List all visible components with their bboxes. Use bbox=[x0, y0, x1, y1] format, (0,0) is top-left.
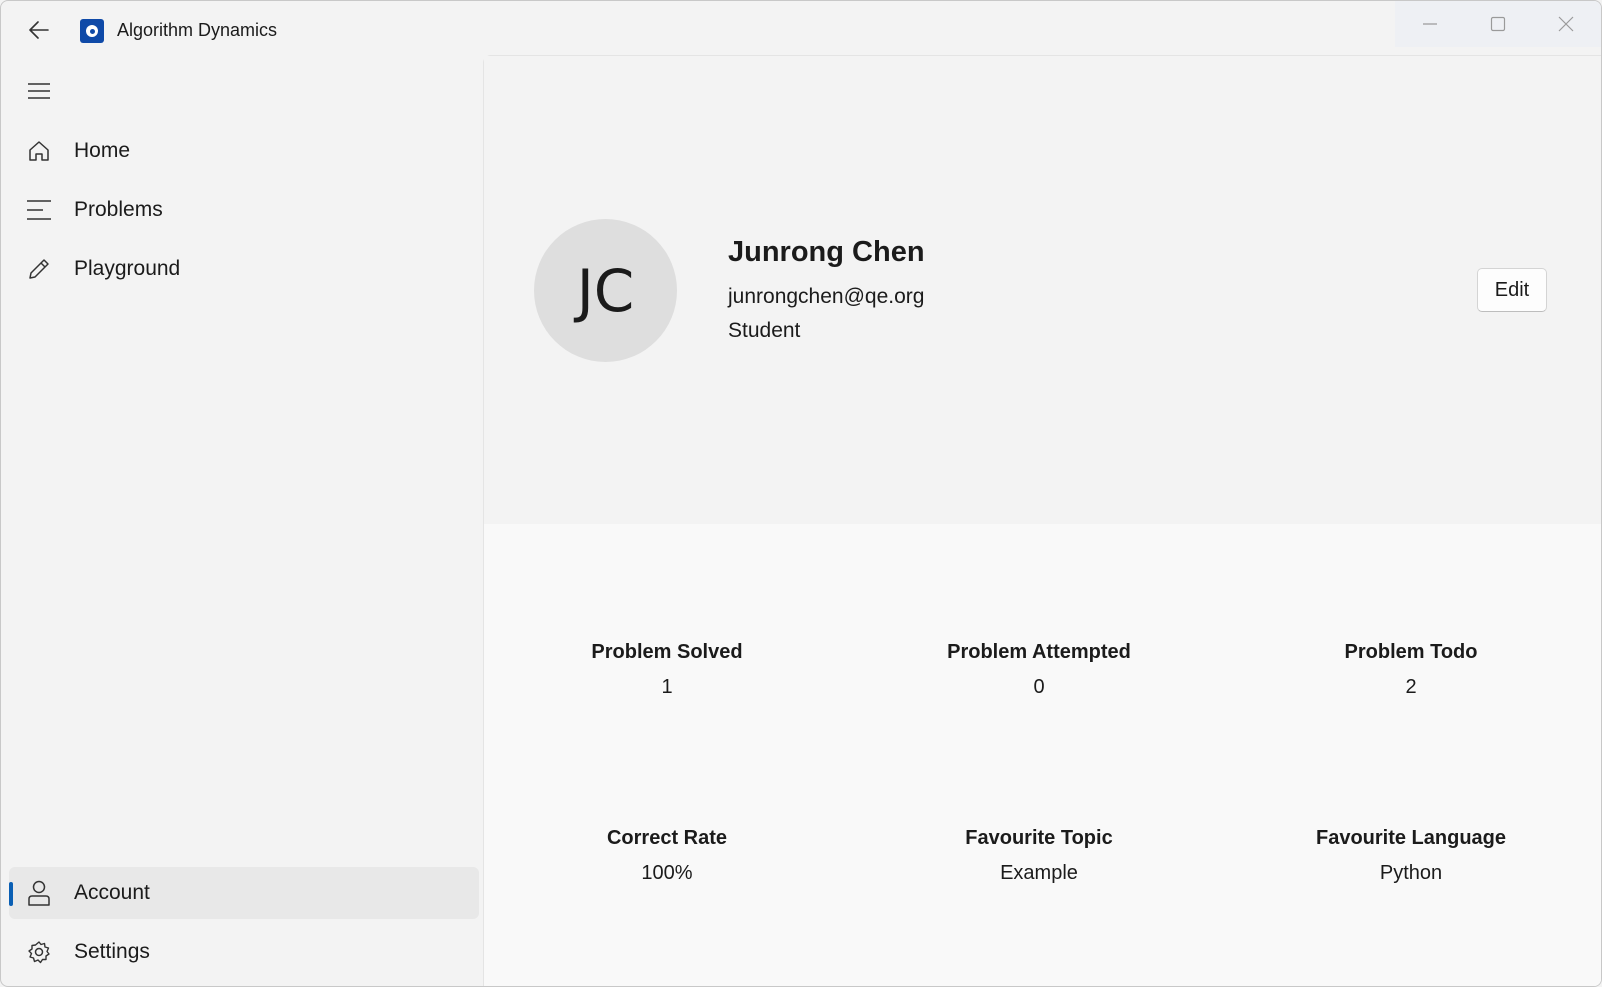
edit-profile-button[interactable]: Edit bbox=[1477, 268, 1547, 312]
nav-item-label: Account bbox=[74, 881, 150, 904]
selection-indicator bbox=[9, 882, 13, 906]
stat-label: Problem Solved bbox=[591, 641, 743, 663]
title-bar: Algorithm Dynamics bbox=[1, 1, 1601, 57]
app-logo-icon bbox=[80, 19, 104, 43]
user-role: Student bbox=[728, 319, 801, 342]
nav-item-account[interactable]: Account bbox=[9, 867, 479, 919]
close-button[interactable] bbox=[1532, 1, 1600, 47]
back-button[interactable] bbox=[19, 15, 59, 45]
stats-panel: Problem Solved 1 Problem Attempted 0 Pro… bbox=[484, 524, 1601, 986]
stat-value: Python bbox=[1379, 862, 1443, 884]
app-window: Algorithm Dynamics Home Problems Playgro… bbox=[0, 0, 1602, 987]
stat-value: 1 bbox=[661, 676, 673, 698]
pencil-icon bbox=[25, 255, 53, 283]
stat-label: Correct Rate bbox=[606, 827, 728, 849]
home-icon bbox=[25, 137, 53, 165]
maximize-icon bbox=[1490, 16, 1506, 32]
maximize-button[interactable] bbox=[1464, 1, 1532, 47]
avatar: JC bbox=[534, 219, 677, 362]
gear-icon bbox=[25, 938, 53, 966]
nav-item-settings[interactable]: Settings bbox=[9, 926, 479, 978]
stat-favourite-language: Favourite Language Python bbox=[1241, 827, 1581, 885]
nav-item-problems[interactable]: Problems bbox=[9, 184, 479, 236]
nav-item-label: Playground bbox=[74, 257, 181, 280]
nav-item-home[interactable]: Home bbox=[9, 125, 479, 177]
list-icon bbox=[25, 196, 53, 224]
stat-value: 0 bbox=[1033, 676, 1045, 698]
nav-item-label: Problems bbox=[74, 198, 163, 221]
nav-item-label: Home bbox=[74, 139, 131, 162]
user-name: Junrong Chen bbox=[728, 236, 925, 268]
hamburger-icon bbox=[28, 83, 50, 99]
stat-label: Problem Attempted bbox=[947, 641, 1131, 663]
stat-value: 100% bbox=[641, 862, 693, 884]
close-icon bbox=[1558, 16, 1574, 32]
nav-item-playground[interactable]: Playground bbox=[9, 243, 479, 295]
caption-buttons bbox=[1395, 1, 1601, 47]
minimize-icon bbox=[1423, 23, 1437, 25]
app-title: Algorithm Dynamics bbox=[117, 20, 278, 40]
arrow-left-icon bbox=[29, 21, 49, 39]
stat-label: Favourite Language bbox=[1315, 827, 1507, 849]
profile-header: JC Junrong Chen junrongchen@qe.org Stude… bbox=[484, 56, 1601, 524]
stat-label: Favourite Topic bbox=[965, 827, 1113, 849]
account-page: JC Junrong Chen junrongchen@qe.org Stude… bbox=[483, 55, 1601, 986]
stat-problem-attempted: Problem Attempted 0 bbox=[869, 641, 1209, 699]
stat-value: 2 bbox=[1405, 676, 1417, 698]
minimize-button[interactable] bbox=[1396, 1, 1464, 47]
stat-value: Example bbox=[1000, 862, 1078, 884]
stat-label: Problem Todo bbox=[1344, 641, 1478, 663]
stat-problem-todo: Problem Todo 2 bbox=[1241, 641, 1581, 699]
stat-favourite-topic: Favourite Topic Example bbox=[869, 827, 1209, 885]
user-email: junrongchen@qe.org bbox=[728, 285, 925, 308]
person-icon bbox=[25, 879, 53, 907]
stat-problem-solved: Problem Solved 1 bbox=[497, 641, 837, 699]
nav-item-label: Settings bbox=[74, 940, 150, 963]
nav-menu-button[interactable] bbox=[19, 73, 59, 109]
stat-correct-rate: Correct Rate 100% bbox=[497, 827, 837, 885]
